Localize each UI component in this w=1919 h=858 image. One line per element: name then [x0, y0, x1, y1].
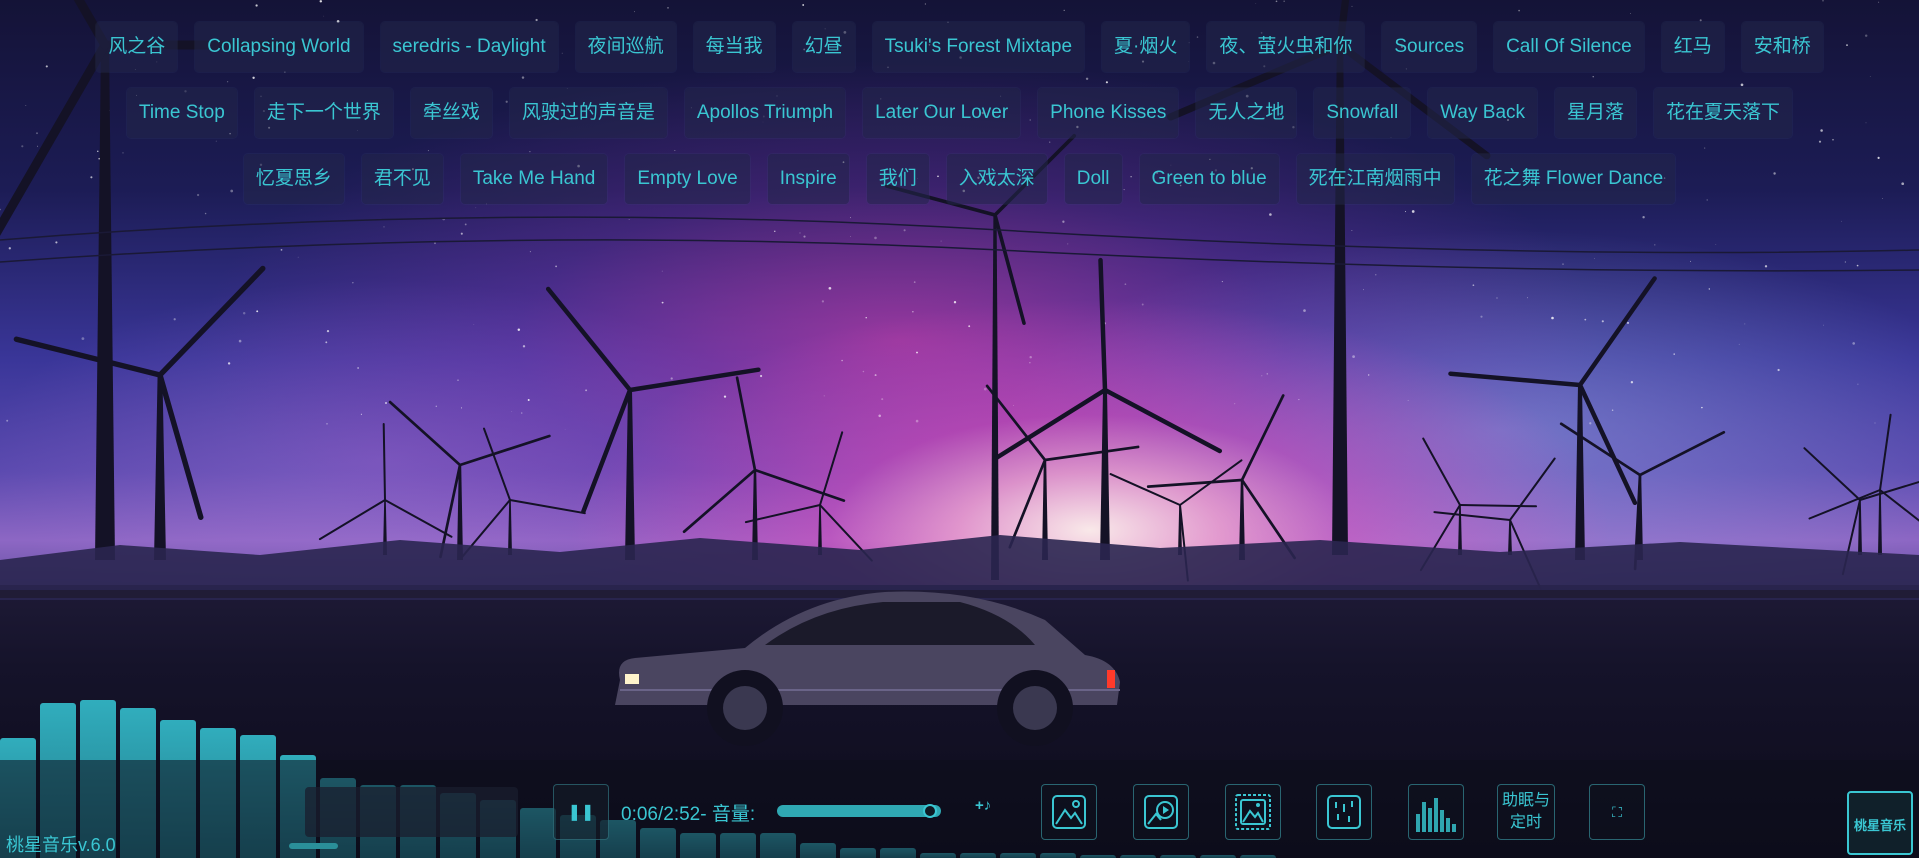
fullscreen-button[interactable]: ⛶	[1589, 784, 1645, 840]
frame-image-icon	[1235, 794, 1271, 830]
playlist-item[interactable]: Empty Love	[625, 154, 750, 204]
playlist-row-1: 风之谷 Collapsing World seredris - Daylight…	[0, 22, 1919, 72]
sleep-timer-button[interactable]: 助眠与 定时	[1497, 784, 1555, 840]
playlist-item[interactable]: 牵丝戏	[410, 88, 492, 138]
wind-turbine	[318, 423, 453, 555]
background-image-button[interactable]	[1041, 784, 1097, 840]
playlist-item[interactable]: Apollos Triumph	[684, 88, 846, 138]
app-version: 桃星音乐v.6.0	[6, 835, 116, 855]
playlist-item[interactable]: Way Back	[1428, 88, 1538, 138]
fullscreen-icon: ⛶	[1612, 803, 1622, 820]
app-logo-text: 桃星音乐	[1853, 818, 1906, 833]
playlist-item[interactable]: Time Stop	[126, 88, 237, 138]
rain-icon	[1327, 795, 1361, 829]
playlist-item[interactable]: 红马	[1661, 22, 1724, 72]
playlist-item[interactable]: 幻昼	[792, 22, 855, 72]
playlist-item[interactable]: Doll	[1064, 154, 1122, 204]
volume-slider[interactable]	[777, 805, 941, 817]
playlist-item[interactable]: 夜间巡航	[575, 22, 676, 72]
playlist-item[interactable]: Collapsing World	[195, 22, 363, 72]
playlist-item[interactable]: seredris - Daylight	[380, 22, 558, 72]
add-to-list-button[interactable]: +♪	[975, 797, 991, 814]
playlist-item[interactable]: 忆夏思乡	[243, 154, 344, 204]
playlist-item[interactable]: Snowfall	[1314, 88, 1411, 138]
playlist-row-2: Time Stop 走下一个世界 牵丝戏 风驶过的声音是 Apollos Tri…	[0, 88, 1919, 138]
video-image-icon	[1144, 795, 1178, 829]
playlist-item[interactable]: 君不见	[361, 154, 443, 204]
playlist-item[interactable]: Take Me Hand	[460, 154, 608, 204]
playlist-row-3: 忆夏思乡 君不见 Take Me Hand Empty Love Inspire…	[0, 154, 1919, 204]
playlist-item[interactable]: 花之舞 Flower Dance	[1471, 154, 1676, 204]
playlist-item[interactable]: 死在江南烟雨中	[1296, 154, 1454, 204]
sleep-timer-label-line2: 定时	[1509, 814, 1542, 831]
wind-turbine	[545, 286, 761, 560]
frame-image-button[interactable]	[1225, 784, 1281, 840]
playlist-item[interactable]: 风驶过的声音是	[509, 88, 667, 138]
volume-label: 音量:	[711, 804, 756, 825]
wind-turbine	[1166, 0, 1491, 555]
track-info-box	[305, 787, 518, 837]
progress-bar[interactable]	[289, 843, 338, 849]
playlist-item[interactable]: 星月落	[1555, 88, 1637, 138]
playlist-item[interactable]: 花在夏天落下	[1654, 88, 1793, 138]
playlist-item[interactable]: Inspire	[767, 154, 849, 204]
equalizer-icon	[1416, 798, 1456, 832]
wind-turbine	[1808, 413, 1919, 555]
image-icon	[1052, 795, 1086, 829]
playlist-item[interactable]: 无人之地	[1196, 88, 1297, 138]
time-text: 0:06/2:52-	[621, 804, 707, 825]
playlist-item[interactable]: Sources	[1382, 22, 1477, 72]
pause-button[interactable]: ❚❚	[553, 784, 609, 840]
wind-turbine	[985, 384, 1140, 560]
playlist-item[interactable]: 每当我	[693, 22, 775, 72]
equalizer-button[interactable]	[1408, 784, 1464, 840]
rain-effect-button[interactable]	[1316, 784, 1372, 840]
volume-handle[interactable]	[923, 804, 937, 818]
playlist-item[interactable]: 夏·烟火	[1102, 22, 1190, 72]
playlist-item[interactable]: 风之谷	[96, 22, 178, 72]
playlist-item[interactable]: 走下一个世界	[254, 88, 393, 138]
wind-turbine	[388, 400, 551, 560]
playlist-item[interactable]: 安和桥	[1741, 22, 1823, 72]
playlist-item[interactable]: Tsuki's Forest Mixtape	[872, 22, 1085, 72]
playlist-item[interactable]: Later Our Lover	[863, 88, 1021, 138]
sleep-timer-label-line1: 助眠与	[1501, 792, 1550, 809]
wind-turbine	[13, 265, 266, 560]
playlist-item[interactable]: Green to blue	[1139, 154, 1279, 204]
wind-turbine	[992, 257, 1223, 560]
playlist-item[interactable]: 入戏太深	[946, 154, 1047, 204]
playlist-item[interactable]: 我们	[866, 154, 929, 204]
playlist-item[interactable]: Phone Kisses	[1038, 88, 1179, 138]
video-background-button[interactable]	[1133, 784, 1189, 840]
wind-turbine	[460, 427, 586, 560]
wind-turbine	[1146, 394, 1296, 560]
playlist-item[interactable]: Call Of Silence	[1494, 22, 1644, 72]
playlist-item[interactable]: 夜、萤火虫和你	[1207, 22, 1365, 72]
wind-turbine	[744, 431, 873, 562]
pause-icon: ❚❚	[567, 804, 595, 821]
time-display: 0:06/2:52- 音量:	[621, 799, 755, 826]
app-logo[interactable]: 桃星音乐	[1847, 791, 1913, 855]
